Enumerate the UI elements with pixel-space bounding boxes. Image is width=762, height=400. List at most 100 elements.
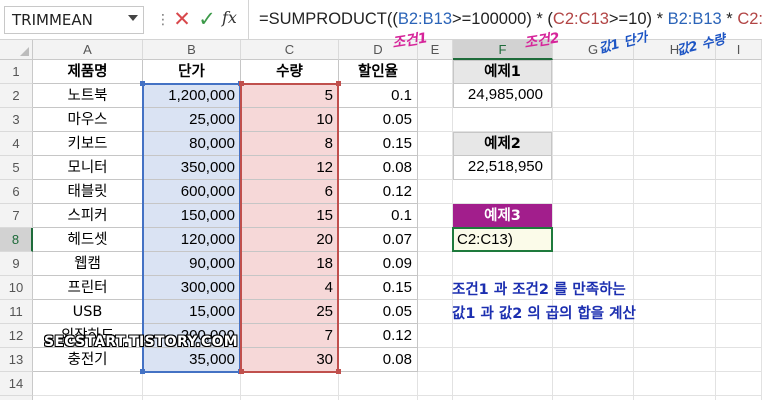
name-box[interactable]: TRIMMEAN [4,6,144,34]
table-cell[interactable]: 8 [241,132,339,156]
explanation-note-line2: 값1 과 값2 의 곱의 합을 계산 [452,306,636,322]
table-cell[interactable]: 헤드셋 [33,228,143,252]
row-header-5[interactable]: 5 [0,156,33,180]
table-header-cell[interactable]: 수량 [241,60,339,84]
table-cell[interactable]: 300,000 [143,276,241,300]
column-header-c[interactable]: C [241,40,339,60]
row-header-14[interactable]: 14 [0,372,33,396]
table-cell[interactable]: 90,000 [143,252,241,276]
table-cell[interactable]: 0.05 [339,300,418,324]
table-header-cell[interactable]: 할인율 [339,60,418,84]
cancel-icon[interactable]: ✕ [172,7,192,31]
gridline-vertical [715,60,716,400]
enter-icon[interactable]: ✓ [197,7,217,31]
table-cell[interactable]: 0.12 [339,180,418,204]
table-cell[interactable]: 6 [241,180,339,204]
example3-editing-cell[interactable]: C2:C13) [452,227,553,252]
table-cell[interactable]: 마우스 [33,108,143,132]
table-cell[interactable]: 12 [241,156,339,180]
row-header-4[interactable]: 4 [0,132,33,156]
example1-header: 예제1 [453,60,552,84]
range-handle[interactable] [336,81,341,86]
explanation-note-line1: 조건1 과 조건2 를 만족하는 [452,282,626,298]
table-cell[interactable]: 태블릿 [33,180,143,204]
table-cell[interactable]: 노트북 [33,84,143,108]
table-cell[interactable]: 10 [241,108,339,132]
example1-value[interactable]: 24,985,000 [453,84,552,108]
row-header-11[interactable]: 11 [0,300,33,324]
row-header-7[interactable]: 7 [0,204,33,228]
table-cell[interactable]: 1,200,000 [143,84,241,108]
table-cell[interactable]: 0.05 [339,108,418,132]
example2-header: 예제2 [453,132,552,156]
select-all-corner[interactable] [0,40,33,60]
row-header-6[interactable]: 6 [0,180,33,204]
formula-ref-c: C2:C13 [552,10,609,28]
table-cell[interactable]: 5 [241,84,339,108]
insert-function-icon[interactable]: fx [222,8,237,27]
formula-part: =SUMPRODUCT(( [259,10,398,28]
table-cell[interactable]: 모니터 [33,156,143,180]
row-header-9[interactable]: 9 [0,252,33,276]
column-header-b[interactable]: B [143,40,241,60]
range-handle[interactable] [239,81,244,86]
table-cell[interactable]: 80,000 [143,132,241,156]
row-header-2[interactable]: 2 [0,84,33,108]
table-cell[interactable]: 35,000 [143,348,241,372]
table-cell[interactable]: 0.09 [339,252,418,276]
table-cell[interactable]: 웹캠 [33,252,143,276]
example2-value[interactable]: 22,518,950 [453,156,552,180]
spreadsheet-grid: ABCDEFGHI123456789101112131415제품명단가수량할인율… [0,40,762,400]
table-cell[interactable]: 0.07 [339,228,418,252]
table-header-cell[interactable]: 제품명 [33,60,143,84]
table-cell[interactable]: 600,000 [143,180,241,204]
table-cell[interactable]: 25,000 [143,108,241,132]
formula-part: >=10) * [608,10,668,28]
table-cell[interactable]: 0.1 [339,204,418,228]
table-cell[interactable]: 25 [241,300,339,324]
table-cell[interactable]: USB [33,300,143,324]
row-header-15[interactable]: 15 [0,396,33,400]
table-cell[interactable]: 20 [241,228,339,252]
row-header-3[interactable]: 3 [0,108,33,132]
more-options-icon[interactable]: ⋮ [156,13,170,27]
example3-header: 예제3 [453,204,552,228]
range-handle[interactable] [140,81,145,86]
table-cell[interactable]: 키보드 [33,132,143,156]
table-cell[interactable]: 프린터 [33,276,143,300]
table-cell[interactable]: 0.08 [339,156,418,180]
row-header-10[interactable]: 10 [0,276,33,300]
table-cell[interactable]: 스피커 [33,204,143,228]
table-cell[interactable]: 150,000 [143,204,241,228]
table-header-cell[interactable]: 단가 [143,60,241,84]
row-header-13[interactable]: 13 [0,348,33,372]
table-cell[interactable]: 충전기 [33,348,143,372]
formula-bar: TRIMMEAN ⋮ ✕ ✓ fx =SUMPRODUCT((B2:B13>=1… [0,0,762,40]
table-cell[interactable]: 15,000 [143,300,241,324]
column-header-a[interactable]: A [33,40,143,60]
table-cell[interactable]: 4 [241,276,339,300]
formula-ref-b: B2:B13 [397,10,452,28]
table-cell[interactable]: 0.15 [339,276,418,300]
formula-part: * [721,10,738,28]
formula-input[interactable]: =SUMPRODUCT((B2:B13>=100000) * (C2:C13>=… [248,0,762,40]
table-cell[interactable]: 350,000 [143,156,241,180]
gridline-vertical [633,60,634,400]
table-cell[interactable]: 15 [241,204,339,228]
range-handle[interactable] [239,369,244,374]
table-cell[interactable]: 0.08 [339,348,418,372]
row-header-12[interactable]: 12 [0,324,33,348]
table-cell[interactable]: 120,000 [143,228,241,252]
range-handle[interactable] [140,369,145,374]
table-cell[interactable]: 0.1 [339,84,418,108]
row-header-1[interactable]: 1 [0,60,33,84]
table-cell[interactable]: 30 [241,348,339,372]
row-header-8[interactable]: 8 [0,228,33,252]
gridline-horizontal [33,395,762,396]
table-cell[interactable]: 0.12 [339,324,418,348]
table-cell[interactable]: 0.15 [339,132,418,156]
table-cell[interactable]: 7 [241,324,339,348]
range-handle[interactable] [336,369,341,374]
name-box-dropdown-icon[interactable] [128,15,138,21]
table-cell[interactable]: 18 [241,252,339,276]
